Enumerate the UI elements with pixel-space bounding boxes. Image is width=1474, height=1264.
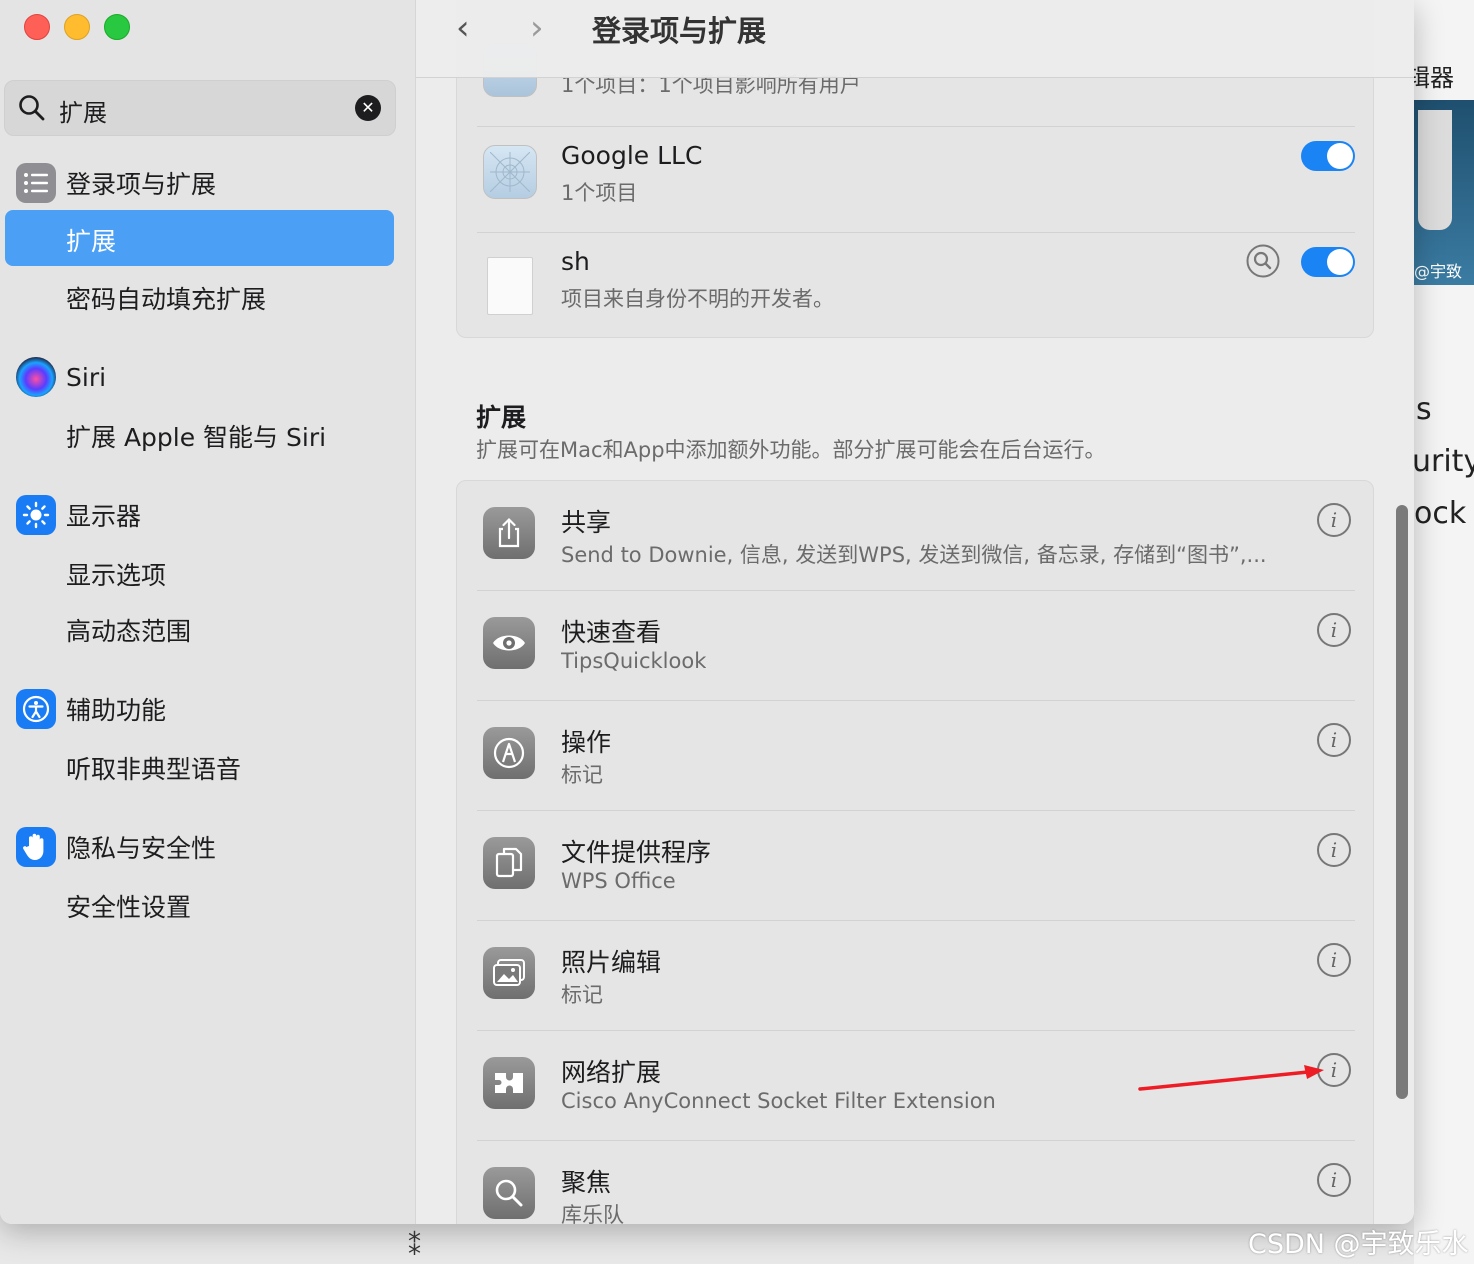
item-subtitle: 标记	[561, 763, 603, 787]
background-app: 辑器 @宇致 s urity ock	[1414, 0, 1474, 1264]
item-title: 操作	[561, 728, 612, 757]
accessibility-icon	[16, 689, 56, 729]
item-subtitle: 库乐队	[561, 1203, 624, 1224]
watermark: CSDN @宇致乐水	[1248, 1229, 1469, 1260]
sidebar: 扩展 ✕ 登录项与扩展 扩展 密码自动填充扩展 Siri 扩展 Apple 智能…	[0, 0, 416, 1224]
list-icon	[16, 163, 56, 203]
main-pane: ‹ › 登录项与扩展 1个项目：1个项目影响所有用户 Google LLC 1个…	[416, 0, 1414, 1224]
google-toggle[interactable]	[1301, 141, 1355, 171]
sidebar-item-hdr[interactable]: 高动态范围	[66, 612, 191, 648]
app-grid-icon	[483, 145, 537, 199]
item-title: 网络扩展	[561, 1058, 662, 1087]
list-item[interactable]: 照片编辑 标记 i	[457, 921, 1373, 1031]
info-icon[interactable]: i	[1317, 943, 1351, 977]
files-icon	[483, 837, 535, 889]
markup-icon	[483, 727, 535, 779]
sidebar-item-displays[interactable]: 显示器	[16, 495, 141, 535]
search-input[interactable]: 扩展	[59, 93, 107, 128]
item-subtitle: Send to Downie, 信息, 发送到WPS, 发送到微信, 备忘录, …	[561, 543, 1267, 567]
sidebar-item-apple-intelligence[interactable]: 扩展 Apple 智能与 Siri	[66, 418, 326, 454]
sidebar-item-display-options[interactable]: 显示选项	[66, 556, 166, 592]
sidebar-item-label: 扩展	[66, 227, 117, 256]
spotlight-icon	[483, 1167, 535, 1219]
toolbar: ‹ › 登录项与扩展	[416, 0, 1414, 78]
page-title: 登录项与扩展	[592, 14, 767, 48]
item-subtitle: TipsQuicklook	[561, 649, 707, 673]
list-item[interactable]: 聚焦 库乐队 i	[457, 1141, 1373, 1224]
background-watermark: @宇致	[1414, 262, 1463, 281]
sun-icon	[16, 495, 56, 535]
hand-icon	[16, 827, 56, 867]
share-icon	[483, 507, 535, 559]
sidebar-item-atypical-speech[interactable]: 听取非典型语音	[66, 750, 241, 786]
info-icon[interactable]: i	[1317, 503, 1351, 537]
item-title: 照片编辑	[561, 948, 662, 977]
scrollbar[interactable]	[1396, 505, 1408, 1099]
item-subtitle: Cisco AnyConnect Socket Filter Extension	[561, 1089, 996, 1113]
background-text: 辑器	[1414, 64, 1454, 92]
sidebar-item-siri[interactable]: Siri	[16, 357, 106, 397]
item-subtitle: 标记	[561, 983, 603, 1007]
sidebar-item-privacy-security[interactable]: 隐私与安全性	[16, 827, 216, 867]
list-item[interactable]: Google LLC 1个项目	[457, 127, 1373, 233]
zoom-button[interactable]	[104, 14, 130, 40]
info-icon[interactable]: i	[1317, 613, 1351, 647]
sidebar-item-security-settings[interactable]: 安全性设置	[66, 888, 191, 924]
info-icon[interactable]: i	[1317, 723, 1351, 757]
sidebar-item-login-items[interactable]: 登录项与扩展	[16, 163, 216, 203]
list-item[interactable]: 共享 Send to Downie, 信息, 发送到WPS, 发送到微信, 备忘…	[457, 481, 1373, 591]
list-item[interactable]: sh 项目来自身份不明的开发者。	[457, 233, 1373, 337]
item-title: sh	[561, 247, 590, 276]
siri-icon	[16, 357, 56, 397]
eye-icon	[483, 617, 535, 669]
sh-toggle[interactable]	[1301, 247, 1355, 277]
sidebar-item-extensions[interactable]: 扩展	[5, 210, 394, 266]
item-title: 文件提供程序	[561, 838, 712, 867]
info-icon[interactable]: i	[1317, 833, 1351, 867]
minimize-button[interactable]	[64, 14, 90, 40]
sidebar-item-password-autofill[interactable]: 密码自动填充扩展	[66, 280, 266, 316]
puzzle-icon	[483, 1057, 535, 1109]
info-icon[interactable]: i	[1317, 1163, 1351, 1197]
section-title: 扩展	[476, 403, 527, 432]
resize-handle-icon: ⁑	[408, 1232, 421, 1262]
item-title: 聚焦	[561, 1168, 612, 1197]
sidebar-item-label: Siri	[66, 362, 107, 392]
background-card	[1418, 110, 1452, 230]
list-item[interactable]: 快速查看 TipsQuicklook i	[457, 591, 1373, 701]
background-text: s	[1416, 392, 1432, 427]
list-item[interactable]: 操作 标记 i	[457, 701, 1373, 811]
search-field[interactable]: 扩展 ✕	[4, 80, 396, 136]
sidebar-item-label: 登录项与扩展	[66, 170, 217, 199]
annotation-arrow	[1138, 1065, 1324, 1091]
background-text: ock	[1414, 496, 1467, 531]
photo-icon	[483, 947, 535, 999]
sidebar-item-label: 显示器	[66, 502, 142, 531]
item-title: 快速查看	[561, 618, 662, 647]
back-button[interactable]: ‹	[456, 8, 470, 48]
sidebar-item-label: 隐私与安全性	[66, 834, 217, 863]
list-item[interactable]: 文件提供程序 WPS Office i	[457, 811, 1373, 921]
sidebar-item-label: 辅助功能	[66, 696, 167, 725]
background-text: urity	[1414, 444, 1474, 479]
item-subtitle: 项目来自身份不明的开发者。	[561, 287, 834, 311]
item-title: Google LLC	[561, 141, 703, 170]
inspect-icon[interactable]	[1245, 243, 1281, 279]
sidebar-item-accessibility[interactable]: 辅助功能	[16, 689, 166, 729]
item-subtitle: WPS Office	[561, 869, 676, 893]
forward-button[interactable]: ›	[530, 8, 544, 48]
close-button[interactable]	[24, 14, 50, 40]
settings-window: 扩展 ✕ 登录项与扩展 扩展 密码自动填充扩展 Siri 扩展 Apple 智能…	[0, 0, 1414, 1224]
document-icon	[487, 257, 533, 315]
section-description: 扩展可在Mac和App中添加额外功能。部分扩展可能会在后台运行。	[476, 438, 1106, 462]
clear-search-icon[interactable]: ✕	[355, 95, 381, 121]
item-title: 共享	[561, 508, 612, 537]
search-icon	[19, 95, 45, 121]
item-subtitle: 1个项目	[561, 181, 638, 205]
extensions-group: 共享 Send to Downie, 信息, 发送到WPS, 发送到微信, 备忘…	[456, 480, 1374, 1224]
